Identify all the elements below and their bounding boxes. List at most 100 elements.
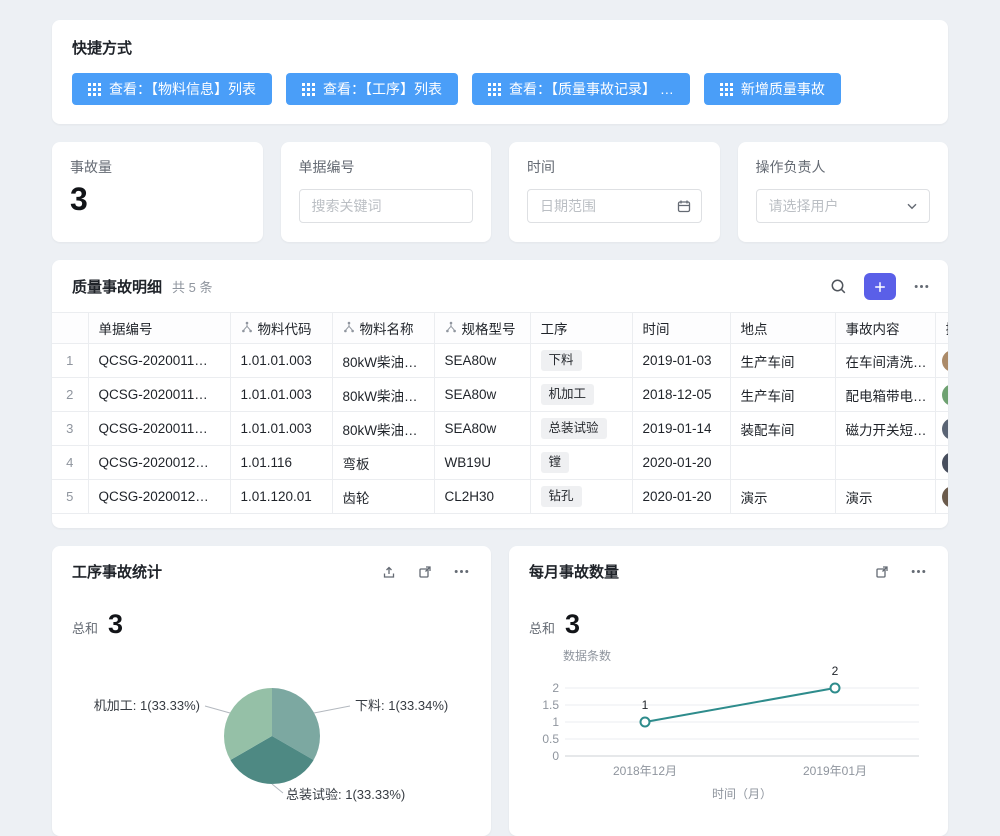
process-pie-chart[interactable]: 机加工: 1(33.33%) 下料: 1(33.34%) 总装试验: 1(33.…: [72, 646, 472, 826]
table-row[interactable]: 2 QCSG-2020011… 1.01.01.003 80kW柴油… SEA8…: [52, 378, 948, 412]
cell-doc-number: QCSG-2020012…: [88, 446, 230, 480]
cell-material-name: 80kW柴油…: [332, 344, 434, 378]
quality-accident-table: 单据编号 物料代码 物料名称: [52, 312, 948, 514]
more-options-button[interactable]: [911, 276, 932, 297]
time-filter-card: 时间: [509, 142, 720, 242]
pie-total-value: 3: [108, 609, 123, 640]
lookup-field-icon: [241, 321, 253, 336]
pie-more-button[interactable]: [451, 561, 472, 582]
index-column-header: [52, 313, 88, 344]
export-button[interactable]: [379, 562, 399, 582]
view-process-list-button[interactable]: 查看：【工序】列表: [286, 73, 458, 105]
add-record-button[interactable]: [864, 273, 896, 300]
line-chart-title: 每月事故数量: [529, 561, 619, 582]
cell-process: 镗: [530, 446, 632, 480]
ellipsis-icon: [913, 283, 930, 298]
cell-spec: SEA80w: [434, 412, 530, 446]
y-tick: 2: [552, 681, 559, 695]
y-tick: 0.5: [542, 732, 559, 746]
plus-icon: [873, 280, 887, 294]
ellipsis-icon: [453, 568, 470, 583]
cell-operator: [935, 412, 948, 446]
line-more-button[interactable]: [908, 561, 929, 582]
process-column-header[interactable]: 工序: [530, 313, 632, 344]
spec-column-header[interactable]: 规格型号: [434, 313, 530, 344]
button-label: 新增质量事故: [741, 79, 825, 99]
cell-material-code: 1.01.120.01: [230, 480, 332, 514]
cell-material-code: 1.01.01.003: [230, 344, 332, 378]
content-column-header[interactable]: 事故内容: [835, 313, 935, 344]
pie-label-left: 机加工: 1(33.33%): [94, 698, 200, 713]
table-record-count: 共 5 条: [172, 277, 212, 296]
cell-material-name: 80kW柴油…: [332, 412, 434, 446]
y-tick: 1.5: [542, 698, 559, 712]
avatar: [942, 486, 949, 508]
cell-operator: [935, 446, 948, 480]
ellipsis-icon: [910, 568, 927, 583]
line-total-value: 3: [565, 609, 580, 640]
doc-number-column-header[interactable]: 单据编号: [88, 313, 230, 344]
table-row[interactable]: 5 QCSG-2020012… 1.01.120.01 齿轮 CL2H30 钻孔…: [52, 480, 948, 514]
dashboard: 快捷方式 查看：【物料信息】列表 查看：【工序】列表 查看：【质量事故记录】 …: [52, 0, 948, 836]
monthly-line-chart[interactable]: 数据条数 2 1.5 1 0.5 0 1 2 2018年12月 2019年01月…: [529, 646, 929, 806]
material-code-column-header[interactable]: 物料代码: [230, 313, 332, 344]
charts-row: 工序事故统计: [52, 546, 948, 836]
process-tag: 总装试验: [541, 418, 607, 439]
cell-doc-number: QCSG-2020011…: [88, 344, 230, 378]
doc-number-filter-card: 单据编号: [281, 142, 492, 242]
process-tag: 下料: [541, 350, 582, 371]
pie-lead-line: [314, 706, 350, 713]
cell-process: 总装试验: [530, 412, 632, 446]
cell-content: 配电箱带电…: [835, 378, 935, 412]
search-button[interactable]: [828, 276, 849, 297]
grid-icon: [720, 83, 733, 96]
lookup-field-icon: [445, 321, 457, 336]
cell-content: 演示: [835, 480, 935, 514]
table-row[interactable]: 3 QCSG-2020011… 1.01.01.003 80kW柴油… SEA8…: [52, 412, 948, 446]
cell-spec: CL2H30: [434, 480, 530, 514]
operator-filter-card: 操作负责人: [738, 142, 949, 242]
row-index: 1: [52, 344, 88, 378]
place-column-header[interactable]: 地点: [730, 313, 835, 344]
pie-lead-line: [272, 784, 283, 793]
y-tick: 1: [552, 715, 559, 729]
cell-time: 2018-12-05: [632, 378, 730, 412]
add-quality-accident-button[interactable]: 新增质量事故: [704, 73, 841, 105]
view-quality-records-button[interactable]: 查看：【质量事故记录】 …: [472, 73, 690, 105]
open-in-new-icon: [417, 568, 433, 583]
y-tick: 0: [552, 749, 559, 763]
cell-place: 演示: [730, 480, 835, 514]
calendar-icon[interactable]: [676, 198, 692, 214]
table-row[interactable]: 1 QCSG-2020011… 1.01.01.003 80kW柴油… SEA8…: [52, 344, 948, 378]
pie-lead-line: [205, 706, 230, 713]
doc-number-search-input[interactable]: [299, 189, 474, 223]
row-index: 4: [52, 446, 88, 480]
cell-process: 机加工: [530, 378, 632, 412]
operator-filter-label: 操作负责人: [756, 157, 931, 177]
time-column-header[interactable]: 时间: [632, 313, 730, 344]
cell-process: 钻孔: [530, 480, 632, 514]
table-header-bar: 质量事故明细 共 5 条: [52, 260, 948, 312]
material-name-column-header[interactable]: 物料名称: [332, 313, 434, 344]
operator-column-header[interactable]: 操作负责人: [935, 313, 948, 344]
view-material-list-button[interactable]: 查看：【物料信息】列表: [72, 73, 272, 105]
cell-content: [835, 446, 935, 480]
x-tick: 2019年01月: [803, 764, 867, 778]
table-title: 质量事故明细: [72, 276, 162, 297]
y-axis-title: 数据条数: [563, 648, 611, 663]
table-row[interactable]: 4 QCSG-2020012… 1.01.116 弯板 WB19U 镗 2020…: [52, 446, 948, 480]
accident-count-value: 3: [70, 182, 245, 217]
column-label: 规格型号: [462, 318, 516, 338]
open-fullscreen-button[interactable]: [415, 562, 435, 582]
point-value-label: 1: [642, 698, 649, 712]
data-point[interactable]: [831, 684, 840, 693]
open-fullscreen-button[interactable]: [872, 562, 892, 582]
cell-doc-number: QCSG-2020011…: [88, 378, 230, 412]
chevron-down-icon[interactable]: [904, 198, 920, 214]
cell-time: 2019-01-14: [632, 412, 730, 446]
row-index: 3: [52, 412, 88, 446]
data-point[interactable]: [641, 718, 650, 727]
row-index: 5: [52, 480, 88, 514]
accident-count-card: 事故量 3: [52, 142, 263, 242]
lookup-field-icon: [343, 321, 355, 336]
